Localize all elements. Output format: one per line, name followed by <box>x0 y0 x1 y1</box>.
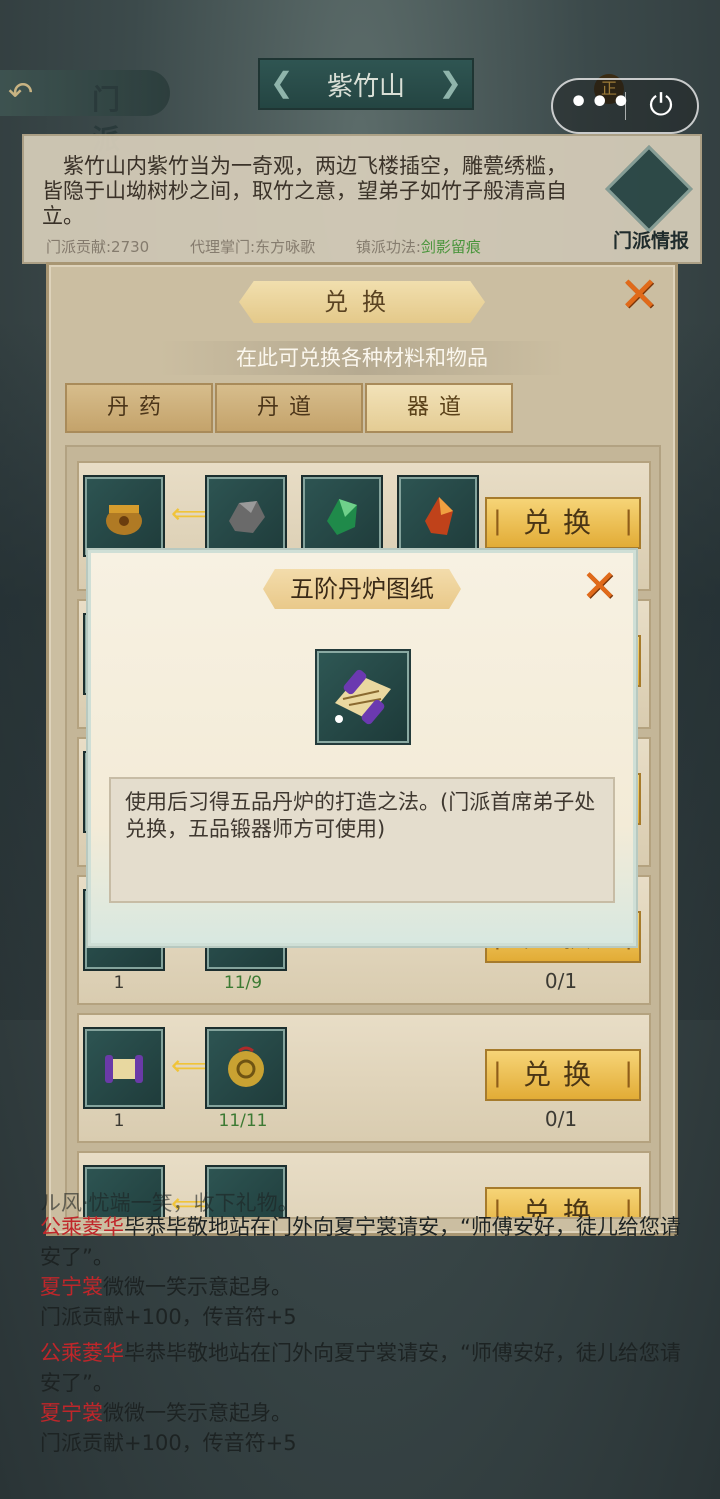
gold-disc-icon[interactable] <box>207 1029 285 1107</box>
technique-value: 剑影留痕 <box>420 238 481 256</box>
exchange-row: ⟸ 1 11/11 兑换 0/1 <box>77 1013 651 1143</box>
log-entry: 公乘菱华毕恭毕敬地站在门外向夏宁裳请安，“师傅安好，徒儿给您请安了”。 <box>40 1212 690 1272</box>
target-count: 1 <box>113 1111 125 1131</box>
log-text: 微微一笑示意起身。 <box>103 1401 292 1425</box>
green-crystal-icon[interactable] <box>303 477 381 555</box>
log-name: 夏宁裳 <box>40 1401 103 1425</box>
log-name: 夏宁裳 <box>40 1275 103 1299</box>
log-text: 门派贡献+100，传音符+5 <box>40 1431 297 1455</box>
log-entry: 门派贡献+100，传音符+5 <box>40 1428 690 1458</box>
tab-alchemy[interactable]: 丹道 <box>215 383 363 433</box>
log-text: 门派贡献+100，传音符+5 <box>40 1305 297 1329</box>
sect-intel-button[interactable]: 门派情报 <box>596 145 702 254</box>
bronze-cauldron-icon[interactable] <box>85 477 163 555</box>
log-entry: 夏宁裳微微一笑示意起身。 <box>40 1272 690 1302</box>
log-cut-line: ル风·忧端一笑，收下礼物。 <box>40 1191 299 1215</box>
log-name: 公乘菱华 <box>40 1215 124 1239</box>
back-button[interactable]: ↶ 门派 <box>0 70 170 156</box>
chevron-right-icon[interactable]: ❯ <box>439 66 462 99</box>
mountain-name: 紫竹山 <box>326 71 405 102</box>
log-text: 微微一笑示意起身。 <box>103 1275 292 1299</box>
mountain-name-plate[interactable]: ❮ 紫竹山 ❯ <box>258 58 474 110</box>
sect-intel-label: 门派情报 <box>612 230 689 252</box>
input-count: 11/11 <box>218 1111 268 1131</box>
acting-leader-stat: 代理掌门:东方咏歌 <box>190 238 316 256</box>
close-exchange-icon[interactable]: ✕ <box>619 267 659 323</box>
item-description: 使用后习得五品丹炉的打造之法。(门派首席弟子处兑换，五品锻器师方可使用) <box>109 777 615 903</box>
back-arrow-icon: ↶ <box>8 76 34 111</box>
scroll-intel-icon <box>605 145 693 233</box>
item-name: 五阶丹炉图纸 <box>263 569 461 609</box>
arrow-left-icon: ⟸ <box>171 497 212 530</box>
arrow-left-icon: ⟸ <box>171 1049 212 1082</box>
gray-ore-icon[interactable] <box>207 477 285 555</box>
log-entry: 公乘菱华毕恭毕敬地站在门外向夏宁裳请安，“师傅安好，徒儿给您请安了”。 <box>40 1338 690 1398</box>
log-text: 毕恭毕敬地站在门外向夏宁裳请安，“师傅安好，徒儿给您请安了”。 <box>40 1341 681 1395</box>
item-detail-popup: 五阶丹炉图纸 ✕ 使用后习得五品丹炉的打造之法。(门派首席弟子处兑换，五品锻器师… <box>88 550 636 946</box>
red-crystal-icon[interactable] <box>399 477 477 555</box>
exchange-title: 兑换 <box>239 281 485 323</box>
sect-description-text: 紫竹山内紫竹当为一奇观，两边飞楼插空，雕甍绣槛，皆隐于山坳树杪之间，取竹之意，望… <box>42 154 567 228</box>
scroll-icon[interactable] <box>85 1029 163 1107</box>
capsule-divider <box>625 92 626 120</box>
exchange-limit: 0/1 <box>544 969 578 993</box>
tab-pills[interactable]: 丹药 <box>65 383 213 433</box>
exchange-subtitle: 在此可兑换各种材料和物品 <box>159 341 565 375</box>
input-count: 11/9 <box>223 973 263 993</box>
target-count: 1 <box>113 973 125 993</box>
tab-forging[interactable]: 器道 <box>365 383 513 433</box>
contribution-stat: 门派贡献:2730 <box>46 238 150 256</box>
sect-description-panel: 紫竹山内紫竹当为一奇观，两边飞楼插空，雕甍绣槛，皆隐于山坳树杪之间，取竹之意，望… <box>22 134 702 264</box>
technique-stat: 镇派功法:剑影留痕 <box>356 238 481 256</box>
exchange-limit: 0/1 <box>544 1107 578 1131</box>
log-entry: 门派贡献+100，传音符+5 <box>40 1302 690 1332</box>
chevron-left-icon[interactable]: ❮ <box>270 66 293 99</box>
close-popup-icon[interactable]: ✕ <box>581 561 618 612</box>
exchange-button[interactable]: 兑换 <box>485 1049 641 1101</box>
log-entry: 夏宁裳微微一笑示意起身。 <box>40 1398 690 1428</box>
more-menu-button[interactable]: ••• <box>569 86 631 124</box>
technique-label: 镇派功法: <box>355 238 421 256</box>
event-log[interactable]: ル风·忧端一笑，收下礼物。 公乘菱华毕恭毕敬地站在门外向夏宁裳请安，“师傅安好，… <box>40 1191 690 1458</box>
miniprogram-capsule: ••• ⏻ <box>551 78 699 134</box>
exchange-button[interactable]: 兑换 <box>485 497 641 549</box>
sect-stats: 门派贡献:2730 代理掌门:东方咏歌 镇派功法:剑影留痕 <box>46 236 517 257</box>
purple-scroll-icon <box>317 651 409 743</box>
log-name: 公乘菱华 <box>40 1341 124 1365</box>
log-text: 毕恭毕敬地站在门外向夏宁裳请安，“师傅安好，徒儿给您请安了”。 <box>40 1215 681 1269</box>
power-exit-button[interactable]: ⏻ <box>641 86 681 126</box>
